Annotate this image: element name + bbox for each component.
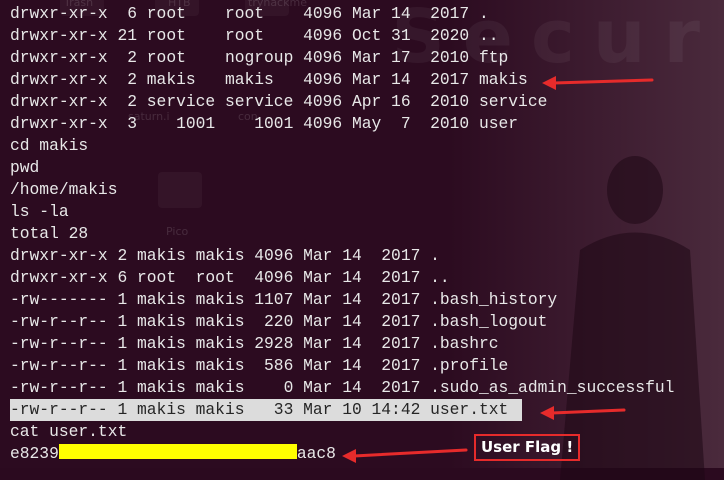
terminal-command: ls -la bbox=[10, 202, 69, 221]
terminal-line: drwxr-xr-x 2 makis makis 4096 Mar 14 201… bbox=[10, 246, 440, 265]
terminal-line: drwxr-xr-x 6 root root 4096 Mar 14 2017 … bbox=[10, 268, 450, 287]
terminal-line: drwxr-xr-x 2 root nogroup 4096 Mar 17 20… bbox=[10, 48, 509, 67]
arrow-to-flag-icon bbox=[342, 448, 468, 463]
terminal-command: pwd bbox=[10, 158, 40, 177]
terminal-line: drwxr-xr-x 2 service service 4096 Apr 16… bbox=[10, 92, 548, 111]
terminal-line: drwxr-xr-x 6 root root 4096 Mar 14 2017 … bbox=[10, 4, 489, 23]
user-flag-annotation: User Flag ! bbox=[474, 434, 581, 461]
flag-suffix: aac8 bbox=[296, 444, 336, 463]
terminal-line: drwxr-xr-x 21 root root 4096 Oct 31 2020… bbox=[10, 26, 499, 45]
terminal-line: -rw-r--r-- 1 makis makis 2928 Mar 14 201… bbox=[10, 334, 499, 353]
terminal-line: /home/makis bbox=[10, 180, 118, 199]
terminal-line: -rw-r--r-- 1 makis makis 0 Mar 14 2017 .… bbox=[10, 378, 675, 397]
terminal-line: total 28 bbox=[10, 224, 89, 243]
terminal-line: -rw-r--r-- 1 makis makis 220 Mar 14 2017… bbox=[10, 312, 548, 331]
flag-redaction-bar bbox=[58, 444, 297, 459]
terminal-line: -rw-r--r-- 1 makis makis 586 Mar 14 2017… bbox=[10, 356, 509, 375]
flag-prefix: e8239 bbox=[10, 444, 59, 463]
arrow-to-user-txt-icon bbox=[540, 406, 626, 420]
arrow-to-makis-dir-icon bbox=[542, 76, 654, 90]
terminal-line: drwxr-xr-x 3 1001 1001 4096 May 7 2010 u… bbox=[10, 114, 519, 133]
terminal-command: cd makis bbox=[10, 136, 89, 155]
terminal-line: -rw------- 1 makis makis 1107 Mar 14 201… bbox=[10, 290, 558, 309]
terminal-line-user-txt-selected[interactable]: -rw-r--r-- 1 makis makis 33 Mar 10 14:42… bbox=[10, 399, 523, 421]
